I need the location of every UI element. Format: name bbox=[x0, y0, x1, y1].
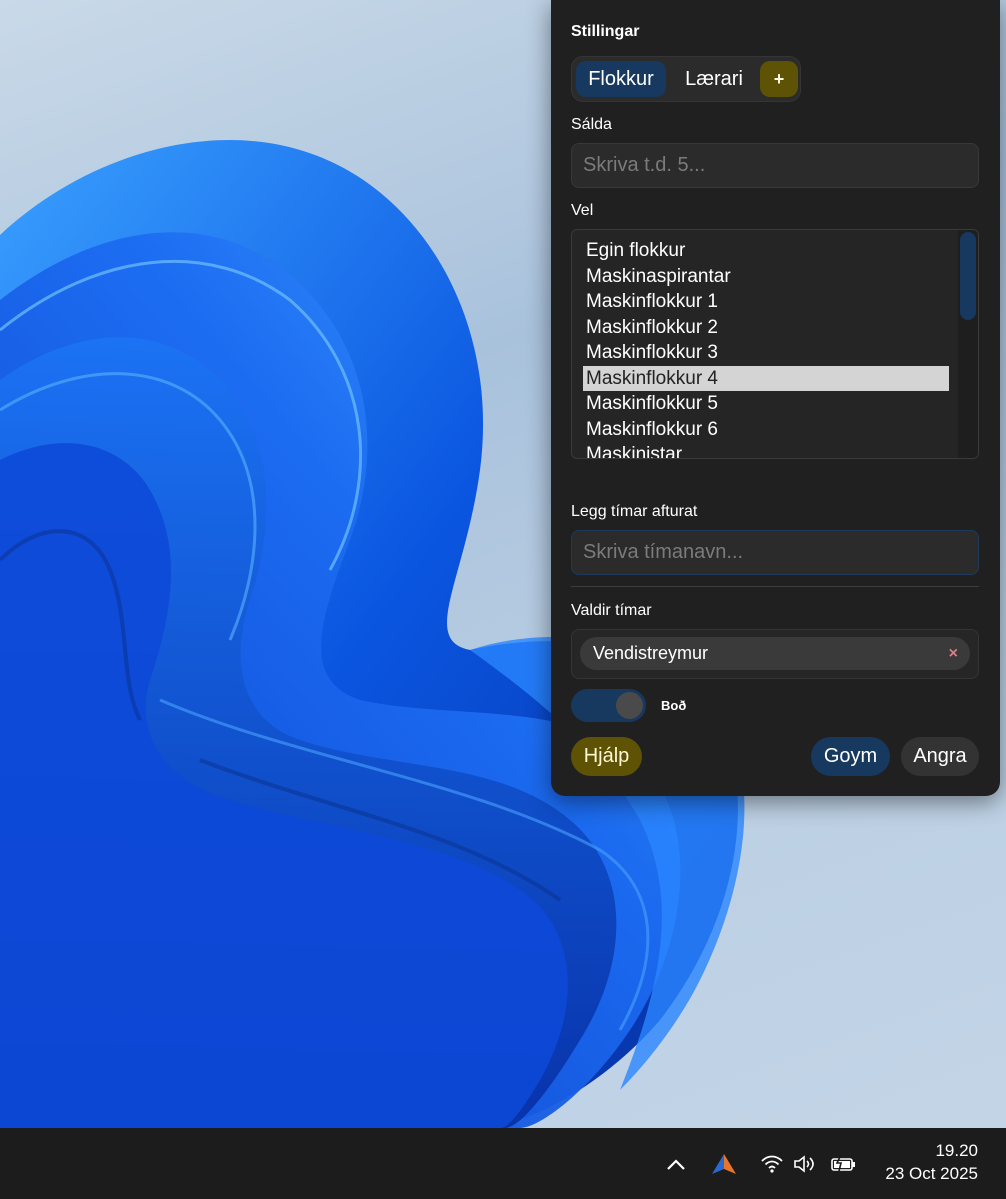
list-item[interactable]: Maskinflokkur 4 bbox=[583, 365, 949, 391]
tab-flokkur[interactable]: Flokkur bbox=[576, 61, 666, 97]
tab-bar: Flokkur Lærari + bbox=[571, 56, 801, 102]
list-item[interactable]: Maskinflokkur 1 bbox=[583, 289, 949, 315]
group-listbox[interactable]: Egin flokkur Maskinaspirantar Maskinflokku… bbox=[571, 229, 979, 459]
toggle-label: Boð bbox=[661, 698, 687, 713]
chevron-up-icon[interactable] bbox=[660, 1128, 692, 1199]
volume-icon[interactable] bbox=[792, 1128, 820, 1199]
panel-title: Stillingar bbox=[571, 23, 640, 40]
taskbar-clock[interactable]: 19.20 23 Oct 2025 bbox=[885, 1140, 978, 1186]
chosen-lessons-box: Vendistreymur × bbox=[571, 629, 979, 679]
filter-input[interactable] bbox=[571, 143, 979, 188]
divider bbox=[571, 586, 979, 587]
list-item[interactable]: Egin flokkur bbox=[583, 238, 949, 264]
bod-toggle[interactable] bbox=[571, 689, 646, 722]
list-item[interactable]: Maskinflokkur 6 bbox=[583, 417, 949, 443]
group-list: Egin flokkur Maskinaspirantar Maskinflokku… bbox=[583, 238, 949, 458]
list-item[interactable]: Maskinistar bbox=[583, 442, 949, 458]
list-item[interactable]: Maskinaspirantar bbox=[583, 264, 949, 290]
lesson-chip: Vendistreymur × bbox=[580, 637, 970, 670]
filter-label: Sálda bbox=[571, 116, 612, 133]
settings-panel: Stillingar Flokkur Lærari + Sálda Vel Eg… bbox=[551, 0, 1000, 796]
list-item[interactable]: Maskinflokkur 5 bbox=[583, 391, 949, 417]
app-logo-icon[interactable] bbox=[708, 1128, 740, 1199]
chosen-lessons-label: Valdir tímar bbox=[571, 602, 652, 619]
remove-chip-icon[interactable]: × bbox=[949, 637, 958, 670]
tab-laerari[interactable]: Lærari bbox=[672, 61, 756, 97]
list-item[interactable]: Maskinflokkur 3 bbox=[583, 340, 949, 366]
clock-date: 23 Oct 2025 bbox=[885, 1164, 978, 1183]
cancel-button[interactable]: Angra bbox=[901, 737, 979, 776]
taskbar: 19.20 23 Oct 2025 bbox=[0, 1128, 1006, 1199]
lesson-name-input[interactable] bbox=[571, 530, 979, 575]
list-item[interactable]: Maskinflokkur 2 bbox=[583, 315, 949, 341]
help-button[interactable]: Hjálp bbox=[571, 737, 642, 776]
save-button[interactable]: Goym bbox=[811, 737, 890, 776]
wifi-icon[interactable] bbox=[758, 1128, 786, 1199]
select-label: Vel bbox=[571, 202, 594, 219]
clock-time: 19.20 bbox=[935, 1141, 978, 1160]
add-lesson-label: Legg tímar afturat bbox=[571, 503, 698, 520]
listbox-scrollbar[interactable] bbox=[958, 230, 978, 458]
chip-label: Vendistreymur bbox=[593, 643, 709, 663]
add-tab-button[interactable]: + bbox=[760, 61, 798, 97]
battery-charging-icon[interactable] bbox=[828, 1128, 860, 1199]
toggle-knob bbox=[616, 692, 643, 719]
scrollbar-thumb[interactable] bbox=[960, 232, 976, 320]
